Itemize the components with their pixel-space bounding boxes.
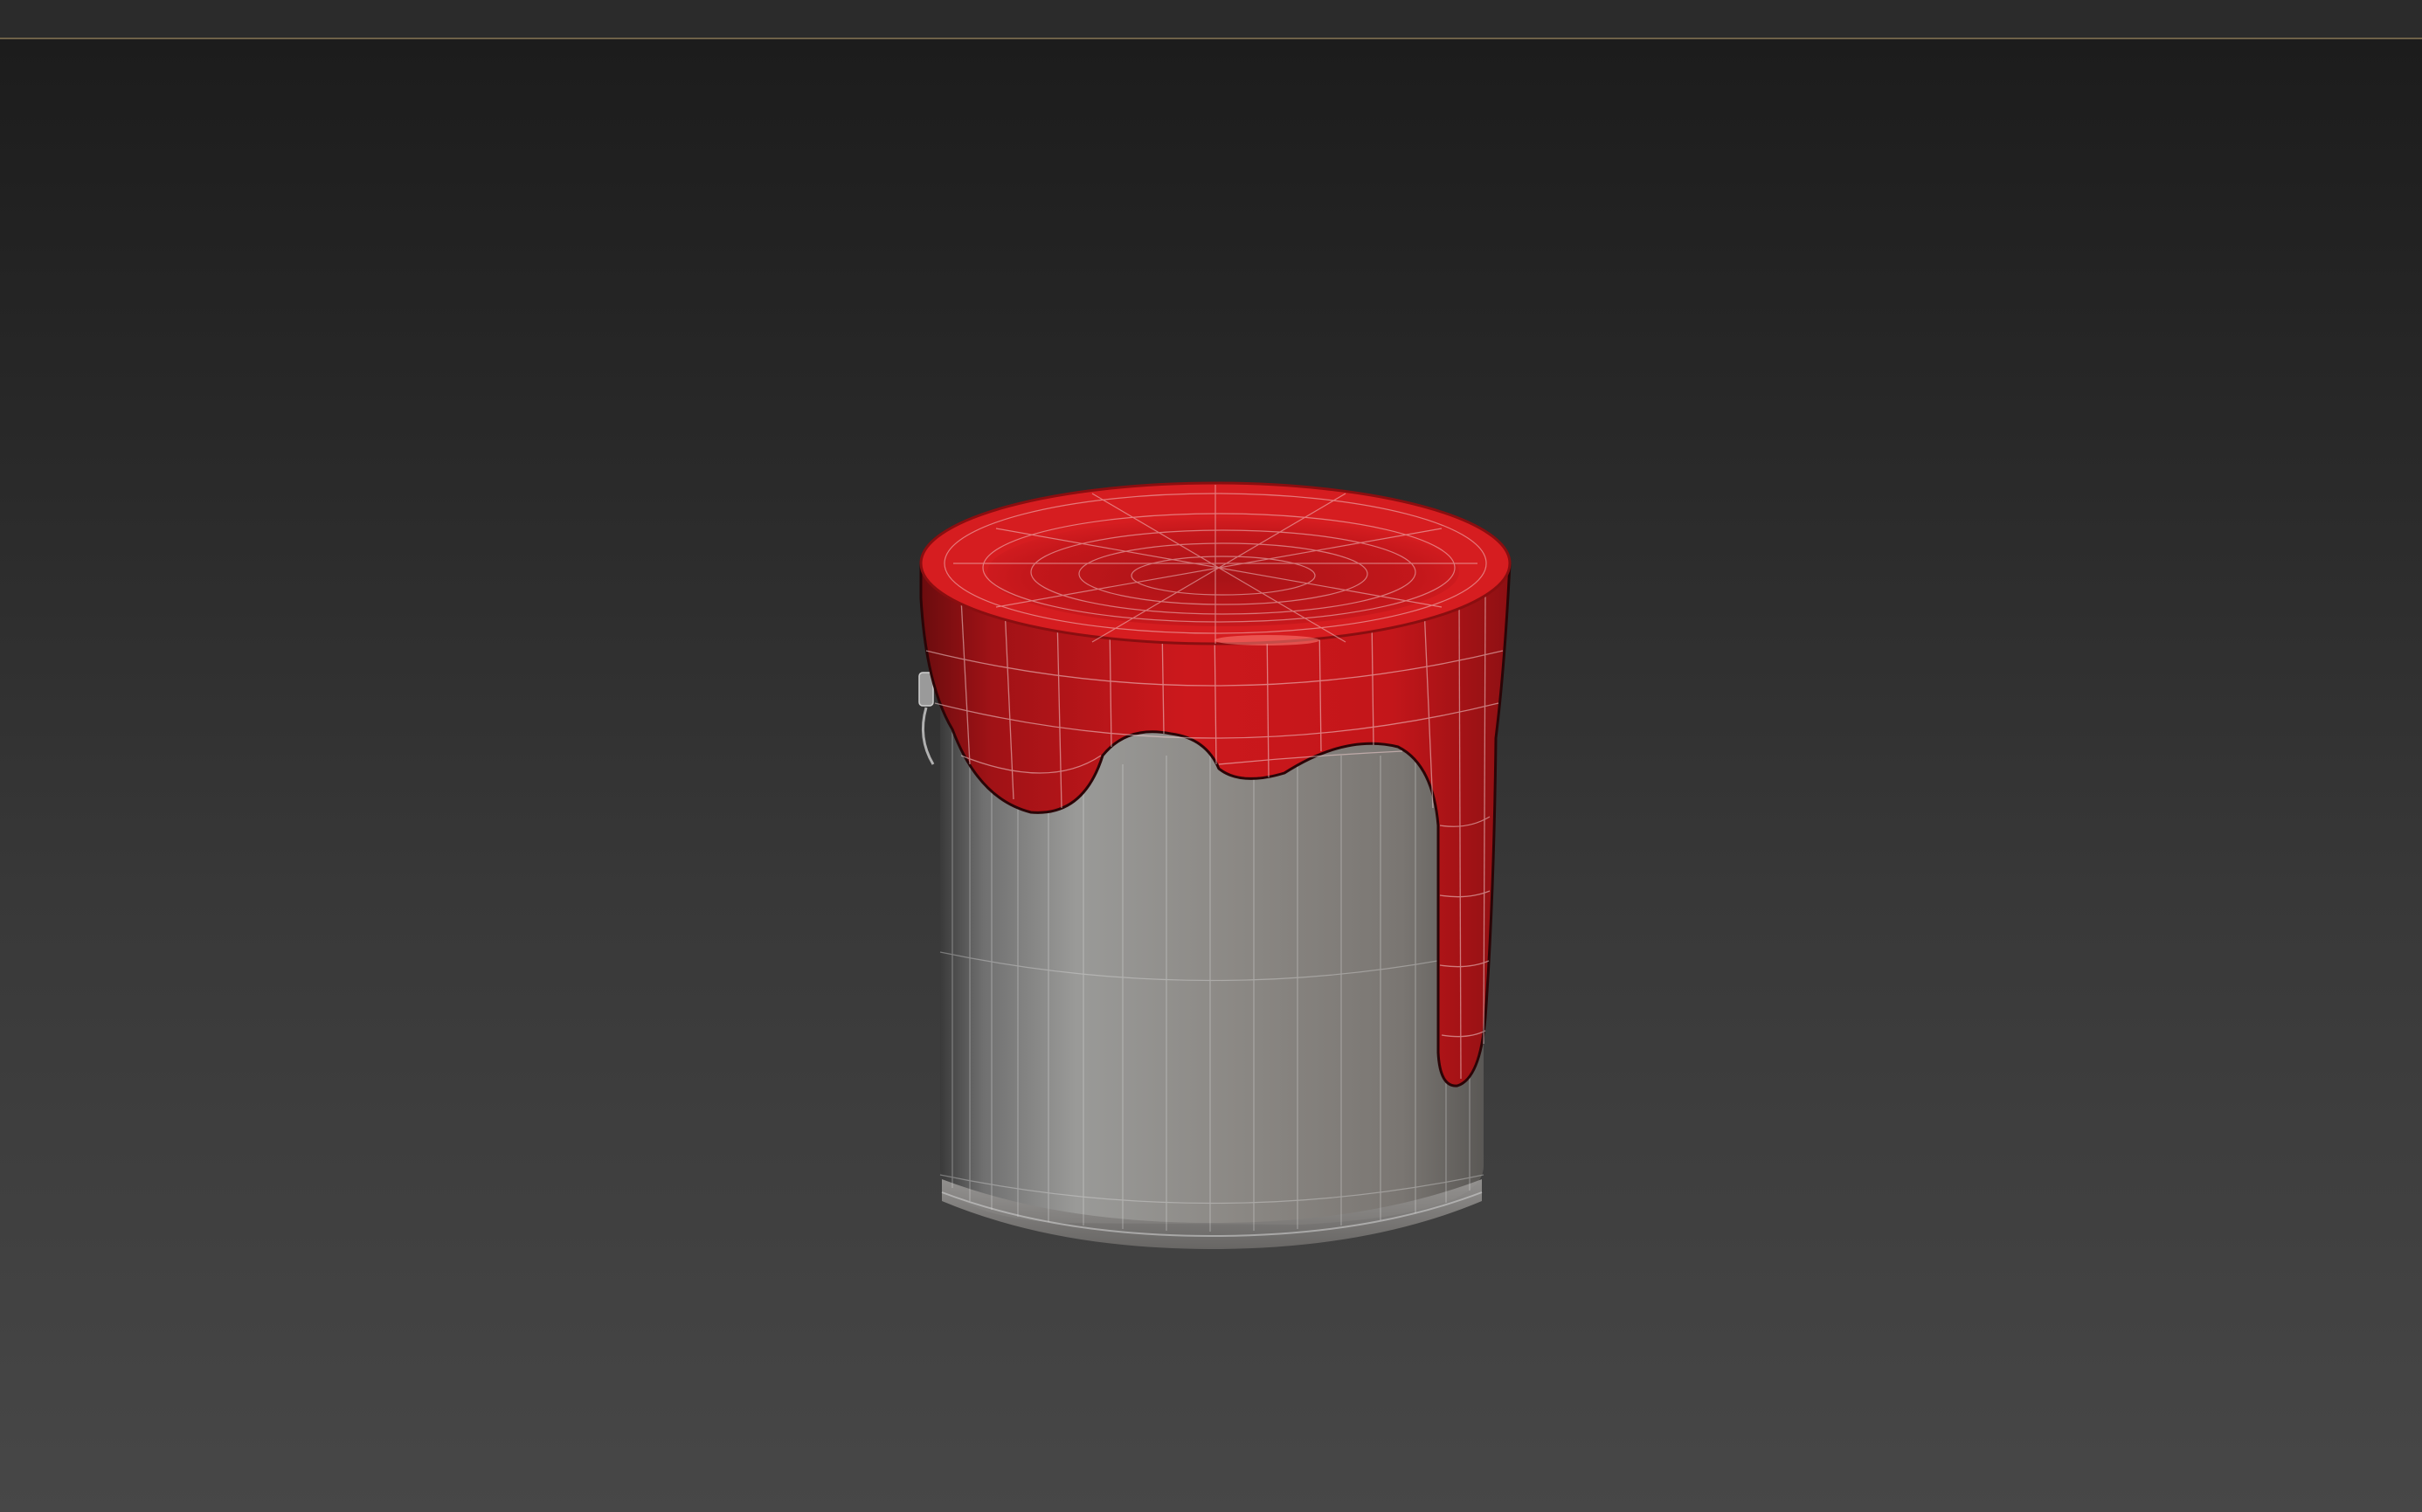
paint-can-model[interactable]	[918, 481, 1512, 1249]
paint-top-surface	[987, 518, 1459, 626]
3d-viewport[interactable]	[0, 39, 2422, 1512]
scene-render	[918, 481, 1512, 1249]
paint-highlight	[1214, 635, 1319, 646]
viewport-window[interactable]	[0, 0, 2422, 1512]
viewport-top-strip	[0, 0, 2422, 39]
handle-bracket	[918, 672, 935, 765]
